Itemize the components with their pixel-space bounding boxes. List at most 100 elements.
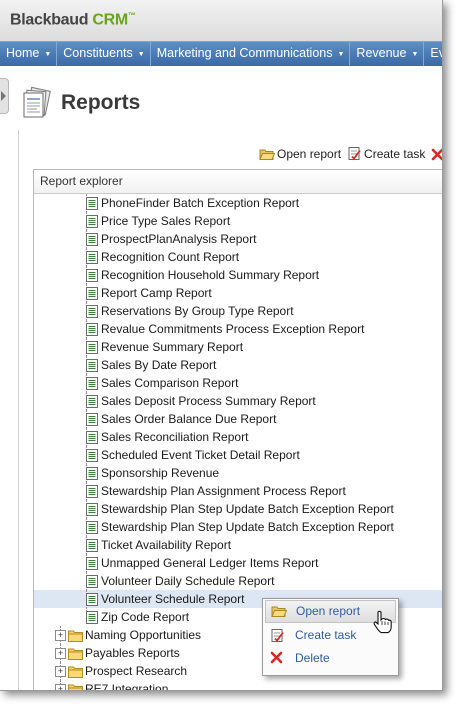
report-explorer-header: Report explorer [34, 170, 442, 194]
folder-icon [68, 648, 83, 660]
expand-plus-icon[interactable]: + [55, 666, 66, 677]
report-tree-item[interactable]: Sales By Date Report [34, 356, 442, 374]
brand-logo[interactable]: Blackbaud CRM™ [10, 11, 136, 29]
brand-name: Blackbaud [10, 11, 89, 29]
folder-label: Naming Opportunities [85, 628, 202, 642]
report-label: Unmapped General Ledger Items Report [101, 556, 319, 570]
report-tree-item[interactable]: Sales Reconciliation Report [34, 428, 442, 446]
report-label: Price Type Sales Report [101, 214, 231, 228]
create-task-button[interactable]: Create task [347, 146, 425, 164]
action-toolbar: Open report Create task [259, 146, 442, 164]
folder-icon [68, 630, 83, 642]
report-document-icon [86, 593, 98, 606]
nav-item-events[interactable]: Events [424, 42, 442, 66]
context-item-label: Open report [296, 604, 361, 618]
report-tree-item[interactable]: Recognition Count Report [34, 248, 442, 266]
report-label: Stewardship Plan Assignment Process Repo… [101, 484, 346, 498]
report-document-icon [86, 377, 98, 390]
report-tree-item[interactable]: Recognition Household Summary Report [34, 266, 442, 284]
report-document-icon [86, 521, 98, 534]
report-label: Sales Deposit Process Summary Report [101, 394, 316, 408]
create-task-label: Create task [364, 147, 426, 161]
report-label: Revenue Summary Report [101, 340, 244, 354]
report-tree-item[interactable]: Revalue Commitments Process Exception Re… [34, 320, 442, 338]
report-label: Revalue Commitments Process Exception Re… [101, 322, 365, 336]
report-tree-item[interactable]: PhoneFinder Batch Exception Report [34, 194, 442, 212]
delete-button[interactable] [431, 146, 442, 164]
report-label: Volunteer Daily Schedule Report [101, 574, 275, 588]
report-label: Reservations By Group Type Report [101, 304, 294, 318]
report-document-icon [86, 449, 98, 462]
task-icon [271, 629, 284, 642]
report-label: Recognition Household Summary Report [101, 268, 320, 282]
report-document-icon [86, 341, 98, 354]
report-tree-item[interactable]: Scheduled Event Ticket Detail Report [34, 446, 442, 464]
report-label: Stewardship Plan Step Update Batch Excep… [101, 520, 394, 534]
report-document-icon [86, 431, 98, 444]
report-document-icon [86, 251, 98, 264]
report-label: Sales Comparison Report [101, 376, 239, 390]
nav-item-revenue[interactable]: Revenue ▼ [350, 42, 425, 66]
context-delete[interactable]: Delete [263, 647, 398, 670]
report-tree-item[interactable]: Stewardship Plan Assignment Process Repo… [34, 482, 442, 500]
report-label: ProspectPlanAnalysis Report [101, 232, 257, 246]
main-nav-bar: Home ▼ Constituents ▼ Marketing and Communic… [0, 41, 442, 66]
folder-label: RE7 Integration [85, 682, 169, 691]
nav-item-constituents[interactable]: Constituents ▼ [57, 42, 151, 66]
report-tree-item[interactable]: Unmapped General Ledger Items Report [34, 554, 442, 572]
chevron-right-icon [1, 91, 6, 101]
report-document-icon [86, 323, 98, 336]
context-item-label: Delete [295, 651, 330, 665]
report-tree-item[interactable]: Ticket Availability Report [34, 536, 442, 554]
open-report-button[interactable]: Open report [259, 146, 341, 164]
report-label: Sales Order Balance Due Report [101, 412, 277, 426]
report-document-icon [86, 575, 98, 588]
folder-tree-item[interactable]: + RE7 Integration [34, 680, 442, 691]
brand-product: CRM [92, 11, 128, 29]
report-tree-item[interactable]: Sales Comparison Report [34, 374, 442, 392]
report-document-icon [86, 269, 98, 282]
expand-plus-icon[interactable]: + [55, 648, 66, 659]
report-tree-item[interactable]: Stewardship Plan Step Update Batch Excep… [34, 518, 442, 536]
report-document-icon [86, 557, 98, 570]
folder-icon [68, 684, 83, 690]
report-tree-item[interactable]: Sales Order Balance Due Report [34, 410, 442, 428]
report-document-icon [86, 539, 98, 552]
nav-item-label: Home [6, 46, 40, 60]
report-tree-item[interactable]: Sponsorship Revenue [34, 464, 442, 482]
nav-item-label: Events [430, 46, 442, 60]
chevron-down-icon: ▼ [44, 51, 52, 58]
report-label: Sponsorship Revenue [101, 466, 220, 480]
report-tree-item[interactable]: Reservations By Group Type Report [34, 302, 442, 320]
report-tree-item[interactable]: Volunteer Daily Schedule Report [34, 572, 442, 590]
chevron-down-icon: ▼ [337, 51, 345, 58]
report-tree-item[interactable]: ProspectPlanAnalysis Report [34, 230, 442, 248]
chevron-down-icon: ▼ [411, 51, 419, 58]
report-document-icon [86, 359, 98, 372]
report-tree-item[interactable]: Revenue Summary Report [34, 338, 442, 356]
sidebar-expand-handle[interactable] [0, 78, 9, 114]
report-label: Zip Code Report [101, 610, 190, 624]
report-document-icon [86, 467, 98, 480]
folder-label: Prospect Research [85, 664, 188, 678]
report-tree-item[interactable]: Report Camp Report [34, 284, 442, 302]
nav-item-marketing[interactable]: Marketing and Communications ▼ [151, 42, 351, 66]
report-label: Sales By Date Report [101, 358, 217, 372]
report-document-icon [86, 503, 98, 516]
nav-item-home[interactable]: Home ▼ [0, 42, 58, 66]
folder-label: Payables Reports [85, 646, 180, 660]
report-label: Scheduled Event Ticket Detail Report [101, 448, 300, 462]
page-title: Reports [61, 91, 141, 114]
report-label: Volunteer Schedule Report [101, 592, 245, 606]
report-tree-item[interactable]: Stewardship Plan Step Update Batch Excep… [34, 500, 442, 518]
chevron-down-icon: ▼ [137, 51, 145, 58]
reports-icon [23, 86, 51, 118]
report-tree-item[interactable]: Price Type Sales Report [34, 212, 442, 230]
application-window: Blackbaud CRM™ Home ▼ Constituents ▼ Marketi… [0, 0, 443, 691]
nav-item-label: Revenue [356, 46, 407, 60]
report-tree-item[interactable]: Sales Deposit Process Summary Report [34, 392, 442, 410]
report-label: Stewardship Plan Step Update Batch Excep… [101, 502, 394, 516]
delete-x-icon [270, 651, 283, 664]
expand-plus-icon[interactable]: + [55, 630, 66, 641]
expand-plus-icon[interactable]: + [55, 684, 66, 690]
